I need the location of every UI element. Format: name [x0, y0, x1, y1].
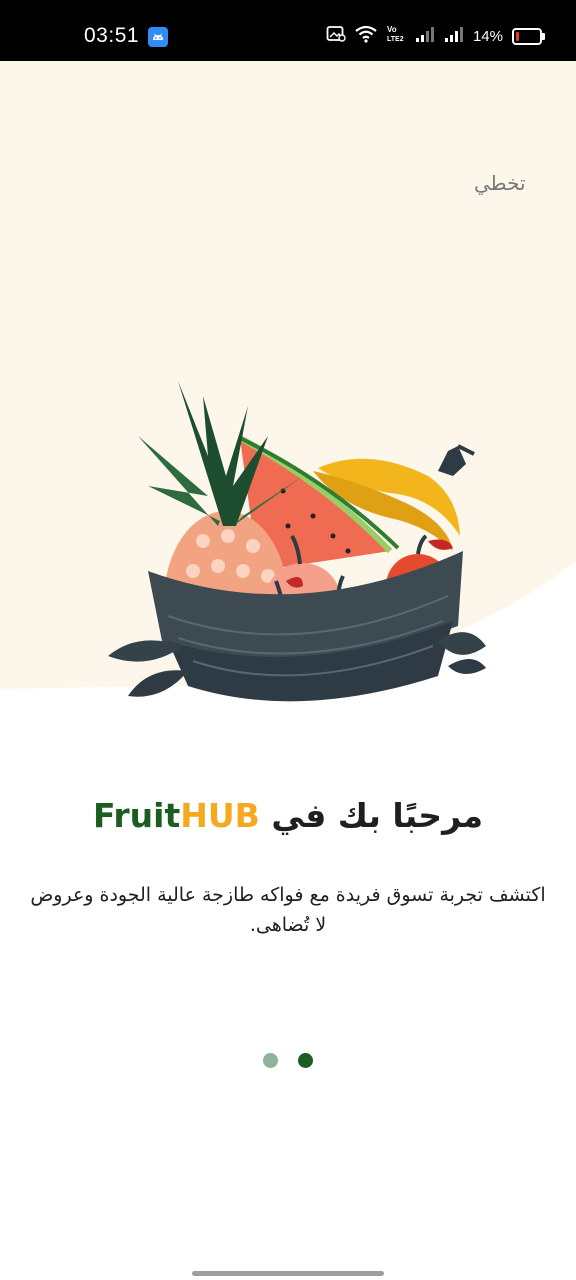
welcome-title: مرحبًا بك في FruitHUB — [0, 796, 576, 835]
page-indicator — [0, 1053, 576, 1068]
status-time: 03:51 — [84, 24, 140, 47]
brand-fruit-text: Fruit — [92, 796, 181, 835]
fruit-basket-illustration — [108, 381, 486, 702]
gallery-notification-icon — [326, 25, 346, 47]
battery-percent: 14% — [472, 27, 503, 45]
hero-section: تخطي — [0, 61, 576, 702]
page-dot-inactive[interactable] — [263, 1053, 278, 1068]
battery-level-fill — [516, 31, 519, 41]
signal-icon — [415, 25, 435, 47]
status-bar: 03:51 Vo LTE2 14% — [0, 0, 576, 61]
page-dot-active[interactable] — [298, 1053, 313, 1068]
skip-button[interactable]: تخطي — [474, 171, 526, 195]
home-indicator[interactable] — [192, 1271, 384, 1276]
onboarding-description: اكتشف تجربة تسوق فريدة مع فواكه طازجة عا… — [30, 884, 546, 936]
svg-text:Vo: Vo — [387, 25, 397, 34]
status-icons: Vo LTE2 14% — [326, 24, 545, 48]
battery-icon — [512, 27, 545, 45]
volte-icon: Vo LTE2 — [386, 24, 406, 48]
signal-icon — [444, 25, 464, 47]
wifi-icon — [355, 25, 377, 47]
brand-hub-text: HUB — [180, 796, 260, 835]
welcome-text: مرحبًا بك في — [271, 796, 484, 835]
svg-text:LTE2: LTE2 — [387, 36, 404, 43]
android-app-icon — [148, 27, 168, 47]
brand-name: FruitHUB — [93, 796, 260, 835]
onboarding-screen: 03:51 Vo LTE2 14% تخطي مرحبًا بك في Frui… — [0, 0, 576, 1280]
